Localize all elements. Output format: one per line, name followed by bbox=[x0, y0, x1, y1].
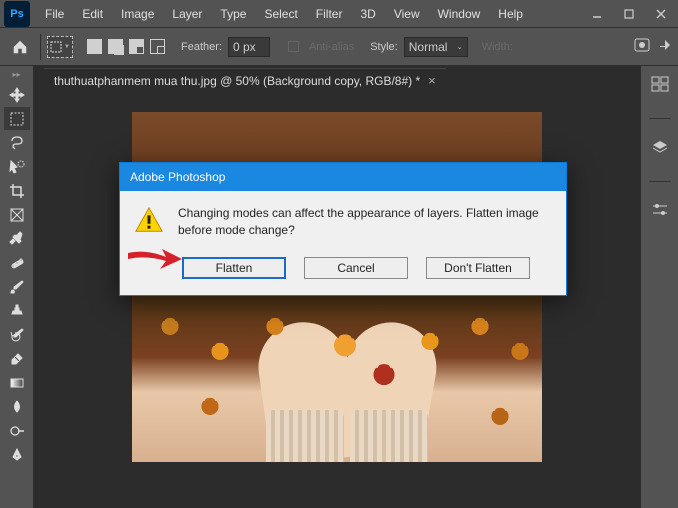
panel-handle-icon[interactable]: ▸▸ bbox=[12, 70, 20, 79]
close-icon[interactable] bbox=[646, 4, 676, 24]
clone-stamp-tool-icon[interactable] bbox=[4, 299, 30, 322]
blur-tool-icon[interactable] bbox=[4, 395, 30, 418]
options-bar: ▼ Feather: Anti-alias Style: Normal ⌄ Wid… bbox=[0, 28, 678, 66]
antialias-checkbox bbox=[288, 41, 299, 52]
style-select[interactable]: Normal ⌄ bbox=[404, 37, 468, 57]
new-selection-icon[interactable] bbox=[87, 39, 102, 54]
quick-select-tool-icon[interactable] bbox=[4, 155, 30, 178]
titlebar-left: Ps File Edit Image Layer Type Select Fil… bbox=[0, 0, 532, 27]
libraries-panel-icon[interactable] bbox=[650, 74, 670, 94]
menu-image[interactable]: Image bbox=[112, 2, 163, 26]
add-selection-icon[interactable] bbox=[108, 39, 123, 54]
minimize-icon[interactable] bbox=[582, 4, 612, 24]
menu-select[interactable]: Select bbox=[255, 2, 306, 26]
cancel-button[interactable]: Cancel bbox=[304, 257, 408, 279]
dialog-title: Adobe Photoshop bbox=[130, 170, 225, 184]
width-label: Width: bbox=[482, 41, 513, 53]
menu-layer[interactable]: Layer bbox=[163, 2, 211, 26]
move-tool-icon[interactable] bbox=[4, 83, 30, 106]
document-tab-title: thuthuatphanmem mua thu.jpg @ 50% (Backg… bbox=[54, 74, 420, 88]
chevron-down-icon: ▼ bbox=[64, 44, 70, 50]
mask-icon[interactable] bbox=[634, 37, 650, 56]
feather-input[interactable] bbox=[228, 37, 270, 57]
maximize-icon[interactable] bbox=[614, 4, 644, 24]
dialog-titlebar[interactable]: Adobe Photoshop bbox=[120, 163, 566, 191]
menu-type[interactable]: Type bbox=[211, 2, 255, 26]
dialog-message: Changing modes can affect the appearance… bbox=[178, 205, 552, 239]
tab-close-icon[interactable]: × bbox=[428, 73, 436, 88]
subtract-selection-icon[interactable] bbox=[129, 39, 144, 54]
pen-tool-icon[interactable] bbox=[4, 443, 30, 466]
feather-label: Feather: bbox=[181, 41, 222, 53]
menu-window[interactable]: Window bbox=[429, 2, 490, 26]
gradient-tool-icon[interactable] bbox=[4, 371, 30, 394]
eyedropper-tool-icon[interactable] bbox=[4, 227, 30, 250]
share-icon[interactable] bbox=[658, 38, 672, 55]
warning-icon bbox=[134, 205, 164, 235]
layers-panel-icon[interactable] bbox=[650, 137, 670, 157]
menu-view[interactable]: View bbox=[385, 2, 429, 26]
home-icon[interactable] bbox=[6, 33, 34, 61]
menu-3d[interactable]: 3D bbox=[351, 2, 384, 26]
marquee-preset-icon[interactable]: ▼ bbox=[47, 36, 73, 58]
menu-edit[interactable]: Edit bbox=[73, 2, 112, 26]
menu-help[interactable]: Help bbox=[489, 2, 532, 26]
flatten-button[interactable]: Flatten bbox=[182, 257, 286, 279]
main-menu: File Edit Image Layer Type Select Filter… bbox=[36, 2, 532, 26]
title-bar: Ps File Edit Image Layer Type Select Fil… bbox=[0, 0, 678, 28]
dodge-tool-icon[interactable] bbox=[4, 419, 30, 442]
healing-brush-tool-icon[interactable] bbox=[4, 251, 30, 274]
dialog-body: Changing modes can affect the appearance… bbox=[120, 191, 566, 295]
window-controls bbox=[582, 4, 678, 24]
frame-tool-icon[interactable] bbox=[4, 203, 30, 226]
confirm-dialog: Adobe Photoshop Changing modes can affec… bbox=[119, 162, 567, 296]
tools-panel: ▸▸ bbox=[0, 66, 34, 508]
adjustments-panel-icon[interactable] bbox=[650, 200, 670, 220]
menu-file[interactable]: File bbox=[36, 2, 73, 26]
antialias-label: Anti-alias bbox=[309, 41, 354, 53]
style-value: Normal bbox=[409, 40, 448, 54]
app-logo-icon: Ps bbox=[4, 1, 30, 27]
history-brush-tool-icon[interactable] bbox=[4, 323, 30, 346]
style-label: Style: bbox=[370, 41, 398, 53]
brush-tool-icon[interactable] bbox=[4, 275, 30, 298]
document-tabs: thuthuatphanmem mua thu.jpg @ 50% (Backg… bbox=[34, 66, 640, 92]
canvas[interactable] bbox=[34, 92, 640, 508]
dont-flatten-button[interactable]: Don't Flatten bbox=[426, 257, 530, 279]
lasso-tool-icon[interactable] bbox=[4, 131, 30, 154]
document-tab[interactable]: thuthuatphanmem mua thu.jpg @ 50% (Backg… bbox=[44, 68, 446, 92]
selection-mode-icons bbox=[87, 39, 165, 54]
crop-tool-icon[interactable] bbox=[4, 179, 30, 202]
eraser-tool-icon[interactable] bbox=[4, 347, 30, 370]
chevron-down-icon: ⌄ bbox=[457, 43, 463, 51]
right-panels bbox=[640, 66, 678, 508]
intersect-selection-icon[interactable] bbox=[150, 39, 165, 54]
marquee-tool-icon[interactable] bbox=[4, 107, 30, 130]
menu-filter[interactable]: Filter bbox=[307, 2, 352, 26]
